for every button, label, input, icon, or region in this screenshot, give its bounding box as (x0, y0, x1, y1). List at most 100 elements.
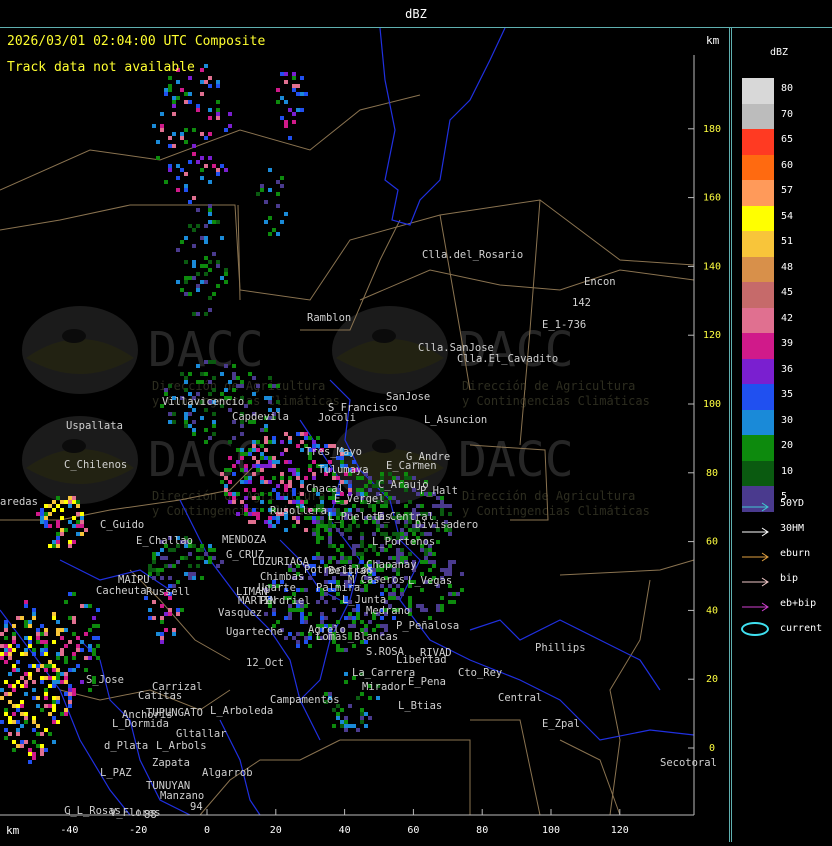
echo-pixel (296, 640, 300, 644)
echo-pixel (60, 636, 64, 640)
echo-pixel (4, 636, 8, 640)
echo-pixel (260, 464, 264, 468)
echo-pixel (448, 600, 452, 604)
echo-pixel (168, 84, 172, 88)
radar-map-panel[interactable]: DACC Dirección de Agricultura y Contingenc… (0, 27, 730, 842)
echo-pixel (196, 312, 200, 316)
echo-pixel (232, 372, 236, 376)
echo-pixel (236, 460, 240, 464)
echo-pixel (44, 516, 48, 520)
echo-pixel (300, 480, 304, 484)
echo-pixel (208, 180, 212, 184)
echo-pixel (292, 112, 296, 116)
echo-pixel (28, 644, 32, 648)
echo-pixel (288, 484, 292, 488)
echo-pixel (436, 540, 440, 544)
echo-pixel (28, 624, 32, 628)
echo-pixel (8, 652, 12, 656)
radar-map[interactable]: DACCDirección de Agriculturay Contingenc… (0, 27, 730, 842)
colorbar-swatch-57 (742, 180, 774, 206)
echo-pixel (312, 460, 316, 464)
echo-pixel (160, 620, 164, 624)
echo-pixel (376, 696, 380, 700)
echo-pixel (300, 76, 304, 80)
echo-pixel (196, 556, 200, 560)
echo-pixel (300, 500, 304, 504)
echo-pixel (360, 532, 364, 536)
echo-pixel (12, 740, 16, 744)
echo-pixel (16, 668, 20, 672)
place-label: 94 (190, 801, 203, 813)
echo-pixel (216, 84, 220, 88)
echo-pixel (364, 624, 368, 628)
echo-pixel (296, 500, 300, 504)
echo-pixel (372, 548, 376, 552)
echo-pixel (152, 560, 156, 564)
echo-pixel (16, 680, 20, 684)
echo-pixel (224, 268, 228, 272)
echo-pixel (28, 672, 32, 676)
echo-pixel (40, 520, 44, 524)
echo-pixel (4, 692, 8, 696)
echo-pixel (344, 720, 348, 724)
echo-pixel (292, 636, 296, 640)
echo-pixel (184, 184, 188, 188)
echo-pixel (180, 88, 184, 92)
echo-pixel (224, 492, 228, 496)
echo-pixel (260, 480, 264, 484)
echo-pixel (396, 548, 400, 552)
echo-pixel (180, 556, 184, 560)
track-legend-label: eburn (780, 548, 811, 559)
echo-pixel (196, 564, 200, 568)
echo-pixel (360, 552, 364, 556)
echo-pixel (284, 636, 288, 640)
echo-pixel (236, 492, 240, 496)
echo-pixel (168, 420, 172, 424)
echo-pixel (76, 636, 80, 640)
echo-pixel (344, 728, 348, 732)
echo-pixel (308, 468, 312, 472)
echo-pixel (260, 468, 264, 472)
echo-pixel (80, 512, 84, 516)
echo-pixel (12, 632, 16, 636)
echo-pixel (224, 364, 228, 368)
echo-pixel (184, 172, 188, 176)
echo-pixel (68, 688, 72, 692)
echo-pixel (204, 164, 208, 168)
echo-pixel (84, 668, 88, 672)
echo-pixel (92, 616, 96, 620)
echo-pixel (324, 524, 328, 528)
echo-pixel (48, 504, 52, 508)
echo-pixel (172, 112, 176, 116)
colorbar-label: 45 (781, 287, 794, 298)
place-label: Ramblon (307, 312, 351, 324)
echo-pixel (232, 436, 236, 440)
echo-pixel (160, 128, 164, 132)
echo-pixel (224, 280, 228, 284)
echo-pixel (188, 76, 192, 80)
echo-pixel (228, 500, 232, 504)
echo-pixel (268, 492, 272, 496)
place-label: S_Jose (86, 674, 124, 686)
echo-pixel (192, 152, 196, 156)
echo-pixel (168, 412, 172, 416)
echo-pixel (52, 720, 56, 724)
echo-pixel (180, 240, 184, 244)
echo-pixel (272, 384, 276, 388)
echo-pixel (40, 652, 44, 656)
echo-pixel (84, 656, 88, 660)
echo-pixel (244, 504, 248, 508)
echo-pixel (400, 528, 404, 532)
echo-pixel (308, 644, 312, 648)
echo-pixel (244, 488, 248, 492)
echo-pixel (0, 652, 4, 656)
place-label: Secotoral (660, 757, 717, 769)
echo-pixel (384, 500, 388, 504)
echo-pixel (48, 660, 52, 664)
y-tick-label: 80 (706, 468, 718, 479)
echo-pixel (268, 460, 272, 464)
echo-pixel (20, 744, 24, 748)
echo-pixel (60, 528, 64, 532)
echo-pixel (24, 712, 28, 716)
place-label: L_Dormida (112, 718, 169, 730)
